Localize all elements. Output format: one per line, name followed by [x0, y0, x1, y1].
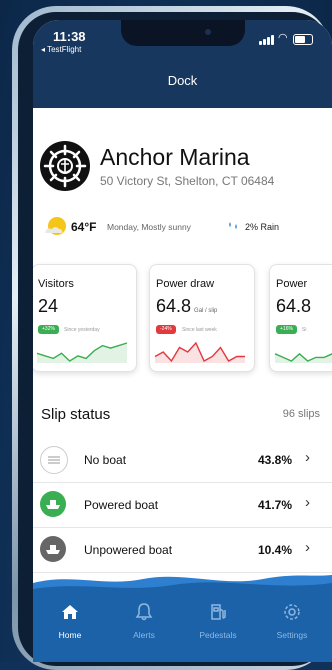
tab-settings[interactable]: Settings	[255, 590, 329, 662]
tab-alerts[interactable]: Alerts	[107, 590, 181, 662]
slip-percent: 43.8%	[257, 453, 292, 467]
wifi-icon: ◠	[278, 32, 288, 44]
power-sparkline	[274, 352, 332, 363]
slip-percent: 41.7%	[257, 498, 292, 512]
power-draw-sparkline	[154, 341, 245, 363]
card-title: Power draw	[156, 278, 215, 290]
camera-icon	[205, 29, 211, 35]
change-note: Since yesterday	[64, 327, 100, 333]
unpowered-boat-icon	[40, 536, 66, 562]
tab-label: Alerts	[133, 630, 155, 640]
rain-icon	[229, 222, 237, 229]
status-time: 11:38	[53, 29, 86, 44]
home-icon	[62, 605, 78, 619]
slip-status-title: Slip status	[41, 406, 111, 423]
notch	[121, 20, 245, 46]
signal-icon	[259, 41, 262, 45]
tab-pedestals[interactable]: Pedestals	[181, 590, 255, 662]
change-note: Since last week	[182, 327, 217, 333]
nav-bar: Dock	[33, 60, 332, 108]
chevron-right-icon: ›	[305, 539, 310, 556]
temperature: 64°F	[71, 220, 97, 234]
fuel-pump-icon	[211, 604, 226, 620]
change-badge: +32%	[38, 325, 59, 334]
signal-bar	[267, 37, 270, 45]
status-bar: 11:38 ◂ TestFlight ◠	[33, 20, 332, 60]
card-title: Power	[276, 278, 308, 290]
slip-row-no-boat[interactable]: No boat 43.8% ›	[33, 438, 332, 483]
no-boat-icon	[40, 446, 68, 474]
card-value: 24	[38, 296, 59, 316]
chevron-right-icon: ›	[305, 494, 310, 511]
rain-chance: 2% Rain	[245, 222, 280, 232]
change-badge: +16%	[276, 325, 297, 334]
gear-icon	[284, 604, 300, 620]
visitors-sparkline	[36, 342, 128, 363]
weather-description: Monday, Mostly sunny	[107, 222, 191, 232]
slip-label: No boat	[84, 453, 127, 467]
slip-row-powered-boat[interactable]: Powered boat 41.7% ›	[33, 483, 332, 528]
dock-content: Anchor Marina 50 Victory St, Shelton, CT…	[33, 108, 332, 607]
back-to-testflight-link[interactable]: ◂ TestFlight	[41, 45, 81, 54]
partly-sunny-icon	[45, 217, 66, 235]
tab-label: Settings	[276, 630, 308, 640]
slip-count: 96 slips	[282, 408, 320, 420]
chevron-right-icon: ›	[305, 449, 310, 466]
marina-name: Anchor Marina	[100, 144, 250, 170]
stat-card-power[interactable]: Power 64.8 +16% Si	[269, 264, 332, 372]
powered-boat-icon	[40, 491, 66, 517]
marina-address: 50 Victory St, Shelton, CT 06484	[100, 174, 275, 188]
slip-label: Unpowered boat	[84, 543, 173, 557]
slip-percent: 10.4%	[257, 543, 292, 557]
signal-bar	[263, 39, 266, 45]
status-icons: ◠	[259, 33, 327, 45]
marina-logo	[40, 141, 90, 191]
sparkline-area	[275, 353, 332, 363]
tab-label: Pedestals	[199, 630, 237, 640]
card-value: 64.8	[276, 296, 312, 316]
page-title: Dock	[167, 73, 198, 88]
stat-card-power-draw[interactable]: Power draw 64.8 Gal / slip -24% Since las…	[149, 264, 255, 372]
change-note: Si	[302, 327, 307, 333]
card-value: 64.8 Gal / slip	[156, 296, 218, 316]
stat-card-visitors[interactable]: Visitors 24 +32% Since yesterday	[33, 264, 137, 372]
change-badge: -24%	[156, 325, 176, 334]
weather-row: 64°F Monday, Mostly sunny 2% Rain	[33, 214, 332, 244]
bell-icon	[135, 603, 153, 621]
card-title: Visitors	[38, 278, 74, 290]
tab-home[interactable]: Home	[33, 590, 107, 662]
tab-bar: Home Alerts Pedestals Settings	[33, 590, 332, 662]
sparkline-area	[37, 343, 127, 363]
slip-label: Powered boat	[84, 498, 159, 512]
app-screen: 11:38 ◂ TestFlight ◠ Dock Anchor Marina …	[33, 20, 332, 662]
signal-bar	[271, 35, 274, 45]
tab-label: Home	[58, 630, 82, 640]
battery-icon	[293, 34, 313, 45]
